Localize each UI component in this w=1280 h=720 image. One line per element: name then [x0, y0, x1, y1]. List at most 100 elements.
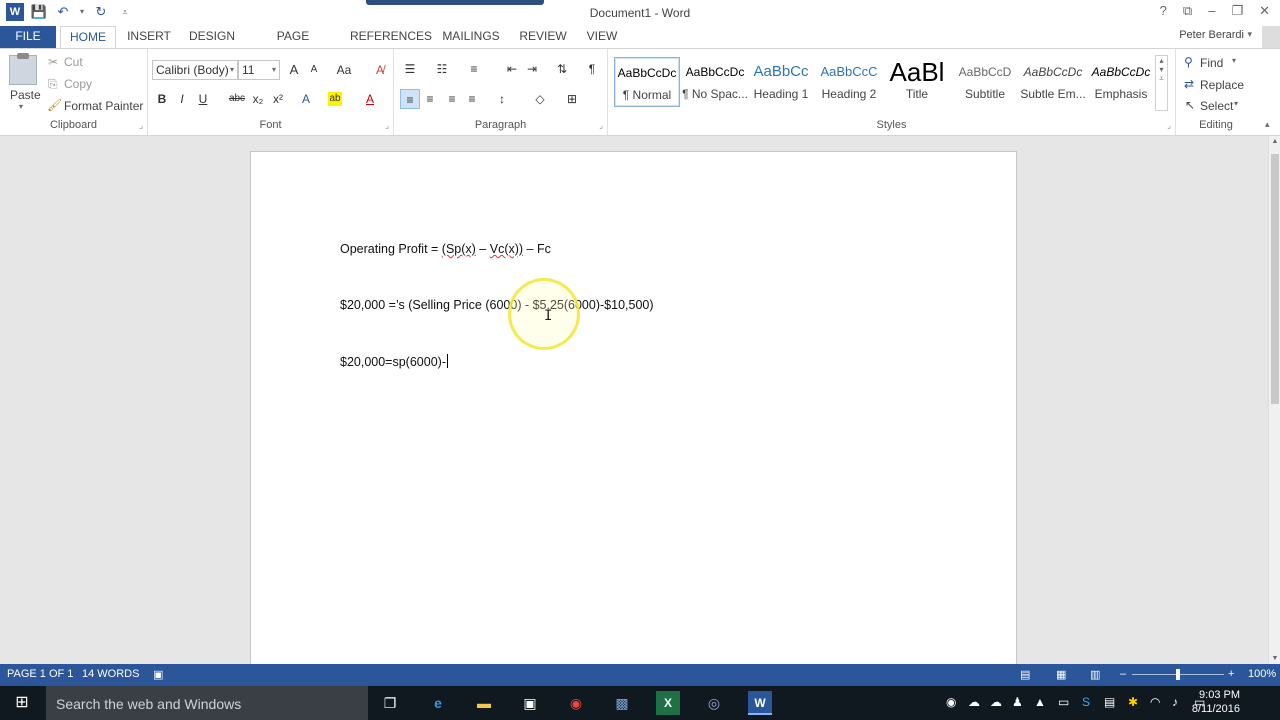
- scroll-up-icon[interactable]: ▲: [1269, 138, 1280, 145]
- help-icon[interactable]: ?: [1160, 3, 1167, 19]
- select-button[interactable]: Select: [1200, 99, 1233, 113]
- volume-icon[interactable]: ♪: [1172, 695, 1178, 709]
- zoom-slider-thumb[interactable]: [1176, 669, 1180, 680]
- proofing-icon[interactable]: ▣: [153, 668, 163, 681]
- edge-icon[interactable]: e: [426, 691, 450, 715]
- bullets-icon[interactable]: ☰: [400, 59, 420, 79]
- font-size-select[interactable]: 11 ▾: [238, 60, 280, 80]
- font-name-select[interactable]: Calibri (Body) ▾: [152, 60, 238, 80]
- copy-icon[interactable]: ⎘: [48, 77, 58, 92]
- find-button[interactable]: Find: [1200, 56, 1223, 70]
- cut-button[interactable]: Cut: [64, 55, 83, 69]
- numbering-icon[interactable]: ☷: [432, 59, 452, 79]
- tab-references[interactable]: REFERENCES: [350, 26, 432, 48]
- format-painter-icon[interactable]: 🖌: [47, 98, 62, 112]
- vertical-scrollbar[interactable]: ▲ ▼: [1268, 136, 1280, 664]
- read-mode-icon[interactable]: ▤: [1020, 668, 1030, 681]
- task-view-icon[interactable]: ❐: [378, 691, 402, 715]
- select-dropdown-icon[interactable]: ▾: [1234, 99, 1238, 108]
- replace-button[interactable]: Replace: [1200, 78, 1244, 92]
- close-icon[interactable]: ✕: [1259, 3, 1270, 19]
- store-icon[interactable]: ▣: [518, 691, 542, 715]
- scrollbar-thumb[interactable]: [1271, 154, 1279, 404]
- ribbon-scroll-icon[interactable]: [1262, 26, 1280, 48]
- document-page[interactable]: Operating Profit = (Sp(x) – Vc(x)) – Fc …: [250, 151, 1017, 664]
- change-case-button[interactable]: Aa: [332, 60, 356, 80]
- decrease-indent-icon[interactable]: ⇤: [502, 59, 522, 79]
- tray-app-icon[interactable]: ▲: [1034, 695, 1046, 709]
- style-subtle-emphasis[interactable]: AaBbCcDc Subtle Em...: [1020, 57, 1086, 107]
- zoom-out-icon[interactable]: –: [1120, 668, 1126, 680]
- show-marks-button[interactable]: ¶: [582, 59, 602, 79]
- taskbar-clock[interactable]: 9:03 PM 8/11/2016: [1192, 688, 1240, 716]
- superscript-button[interactable]: x²: [268, 89, 288, 109]
- undo-icon[interactable]: ↶: [54, 3, 72, 21]
- document-line-1[interactable]: Operating Profit = (Sp(x) – Vc(x)) – Fc: [340, 242, 551, 256]
- style-subtitle[interactable]: AaBbCcD Subtitle: [952, 57, 1018, 107]
- format-painter-button[interactable]: Format Painter: [64, 99, 143, 113]
- zoom-level[interactable]: 100%: [1248, 668, 1276, 680]
- file-explorer-icon[interactable]: ▬: [472, 691, 496, 715]
- restore-icon[interactable]: ❐: [1231, 3, 1243, 19]
- align-right-icon[interactable]: ≡: [442, 89, 462, 109]
- shading-icon[interactable]: ◇: [530, 89, 550, 109]
- italic-button[interactable]: I: [172, 89, 192, 109]
- text-effects-icon[interactable]: A: [296, 89, 316, 109]
- clear-formatting-icon[interactable]: A̸: [370, 60, 390, 80]
- tray-skype-icon[interactable]: S: [1082, 695, 1090, 709]
- multilevel-list-icon[interactable]: ≡: [464, 59, 484, 79]
- line-spacing-icon[interactable]: ↕: [492, 89, 512, 109]
- copy-button[interactable]: Copy: [64, 77, 92, 91]
- tray-bug-icon[interactable]: ✱: [1128, 695, 1138, 709]
- paste-button[interactable]: Paste: [10, 88, 41, 102]
- tab-mailings[interactable]: MAILINGS: [440, 26, 502, 48]
- clipboard-launcher-icon[interactable]: ⌟: [139, 121, 143, 130]
- increase-indent-icon[interactable]: ⇥: [522, 59, 542, 79]
- cortana-icon[interactable]: ◎: [702, 691, 726, 715]
- page-count[interactable]: PAGE 1 OF 1: [7, 668, 73, 680]
- word-logo-icon[interactable]: W: [6, 3, 24, 21]
- taskbar-search[interactable]: Search the web and Windows: [46, 686, 368, 720]
- scroll-down-icon[interactable]: ▼: [1269, 655, 1280, 662]
- font-color-icon[interactable]: A: [360, 89, 380, 109]
- paste-dropdown-icon[interactable]: ▾: [19, 102, 23, 111]
- tray-cloud-icon[interactable]: ☁: [968, 695, 980, 709]
- style-no-spacing[interactable]: AaBbCcDc ¶ No Spac...: [682, 57, 748, 107]
- styles-launcher-icon[interactable]: ⌟: [1167, 121, 1171, 130]
- style-title[interactable]: AaBl Title: [884, 57, 950, 107]
- style-emphasis[interactable]: AaBbCcDc Emphasis: [1088, 57, 1154, 107]
- save-icon[interactable]: 💾: [30, 3, 48, 21]
- highlight-color-icon[interactable]: ab: [328, 92, 342, 106]
- network-app-icon[interactable]: ▩: [610, 691, 634, 715]
- styles-gallery-scroll[interactable]: ▴ ▾ ⩡: [1155, 55, 1168, 111]
- tab-page-layout[interactable]: PAGE LAYOUT: [252, 26, 334, 63]
- replace-icon[interactable]: ⇄: [1184, 77, 1194, 91]
- tray-people-icon[interactable]: ♟: [1012, 695, 1023, 709]
- chrome-icon[interactable]: ◉: [564, 691, 588, 715]
- print-layout-icon[interactable]: ▦: [1056, 668, 1066, 681]
- tab-file[interactable]: FILE: [0, 26, 56, 48]
- underline-button[interactable]: U: [193, 89, 213, 109]
- shrink-font-button[interactable]: A: [304, 60, 324, 80]
- tray-onedrive-icon[interactable]: ☁: [990, 695, 1002, 709]
- ribbon-display-options-icon[interactable]: ⧉: [1183, 3, 1192, 19]
- style-heading-1[interactable]: AaBbCc Heading 1: [748, 57, 814, 107]
- user-name[interactable]: Peter Berardi: [1179, 29, 1244, 41]
- select-icon[interactable]: ↖: [1185, 98, 1195, 112]
- paragraph-launcher-icon[interactable]: ⌟: [599, 121, 603, 130]
- zoom-in-icon[interactable]: +: [1228, 668, 1234, 680]
- style-normal[interactable]: AaBbCcDc ¶ Normal: [614, 57, 680, 107]
- tray-record-icon[interactable]: ◉: [946, 695, 956, 709]
- tray-monitor-icon[interactable]: ▭: [1058, 695, 1069, 709]
- web-layout-icon[interactable]: ▥: [1090, 668, 1100, 681]
- borders-icon[interactable]: ⊞: [562, 89, 582, 109]
- tab-view[interactable]: VIEW: [584, 26, 620, 48]
- font-launcher-icon[interactable]: ⌟: [385, 121, 389, 130]
- excel-icon[interactable]: X: [656, 691, 680, 715]
- sort-icon[interactable]: ⇅: [552, 59, 572, 79]
- tab-design[interactable]: DESIGN: [186, 26, 238, 48]
- align-left-icon[interactable]: ≡: [400, 89, 420, 109]
- paste-icon[interactable]: [9, 53, 37, 85]
- collapse-ribbon-icon[interactable]: ▴: [1265, 119, 1270, 130]
- grow-font-button[interactable]: A: [284, 60, 304, 80]
